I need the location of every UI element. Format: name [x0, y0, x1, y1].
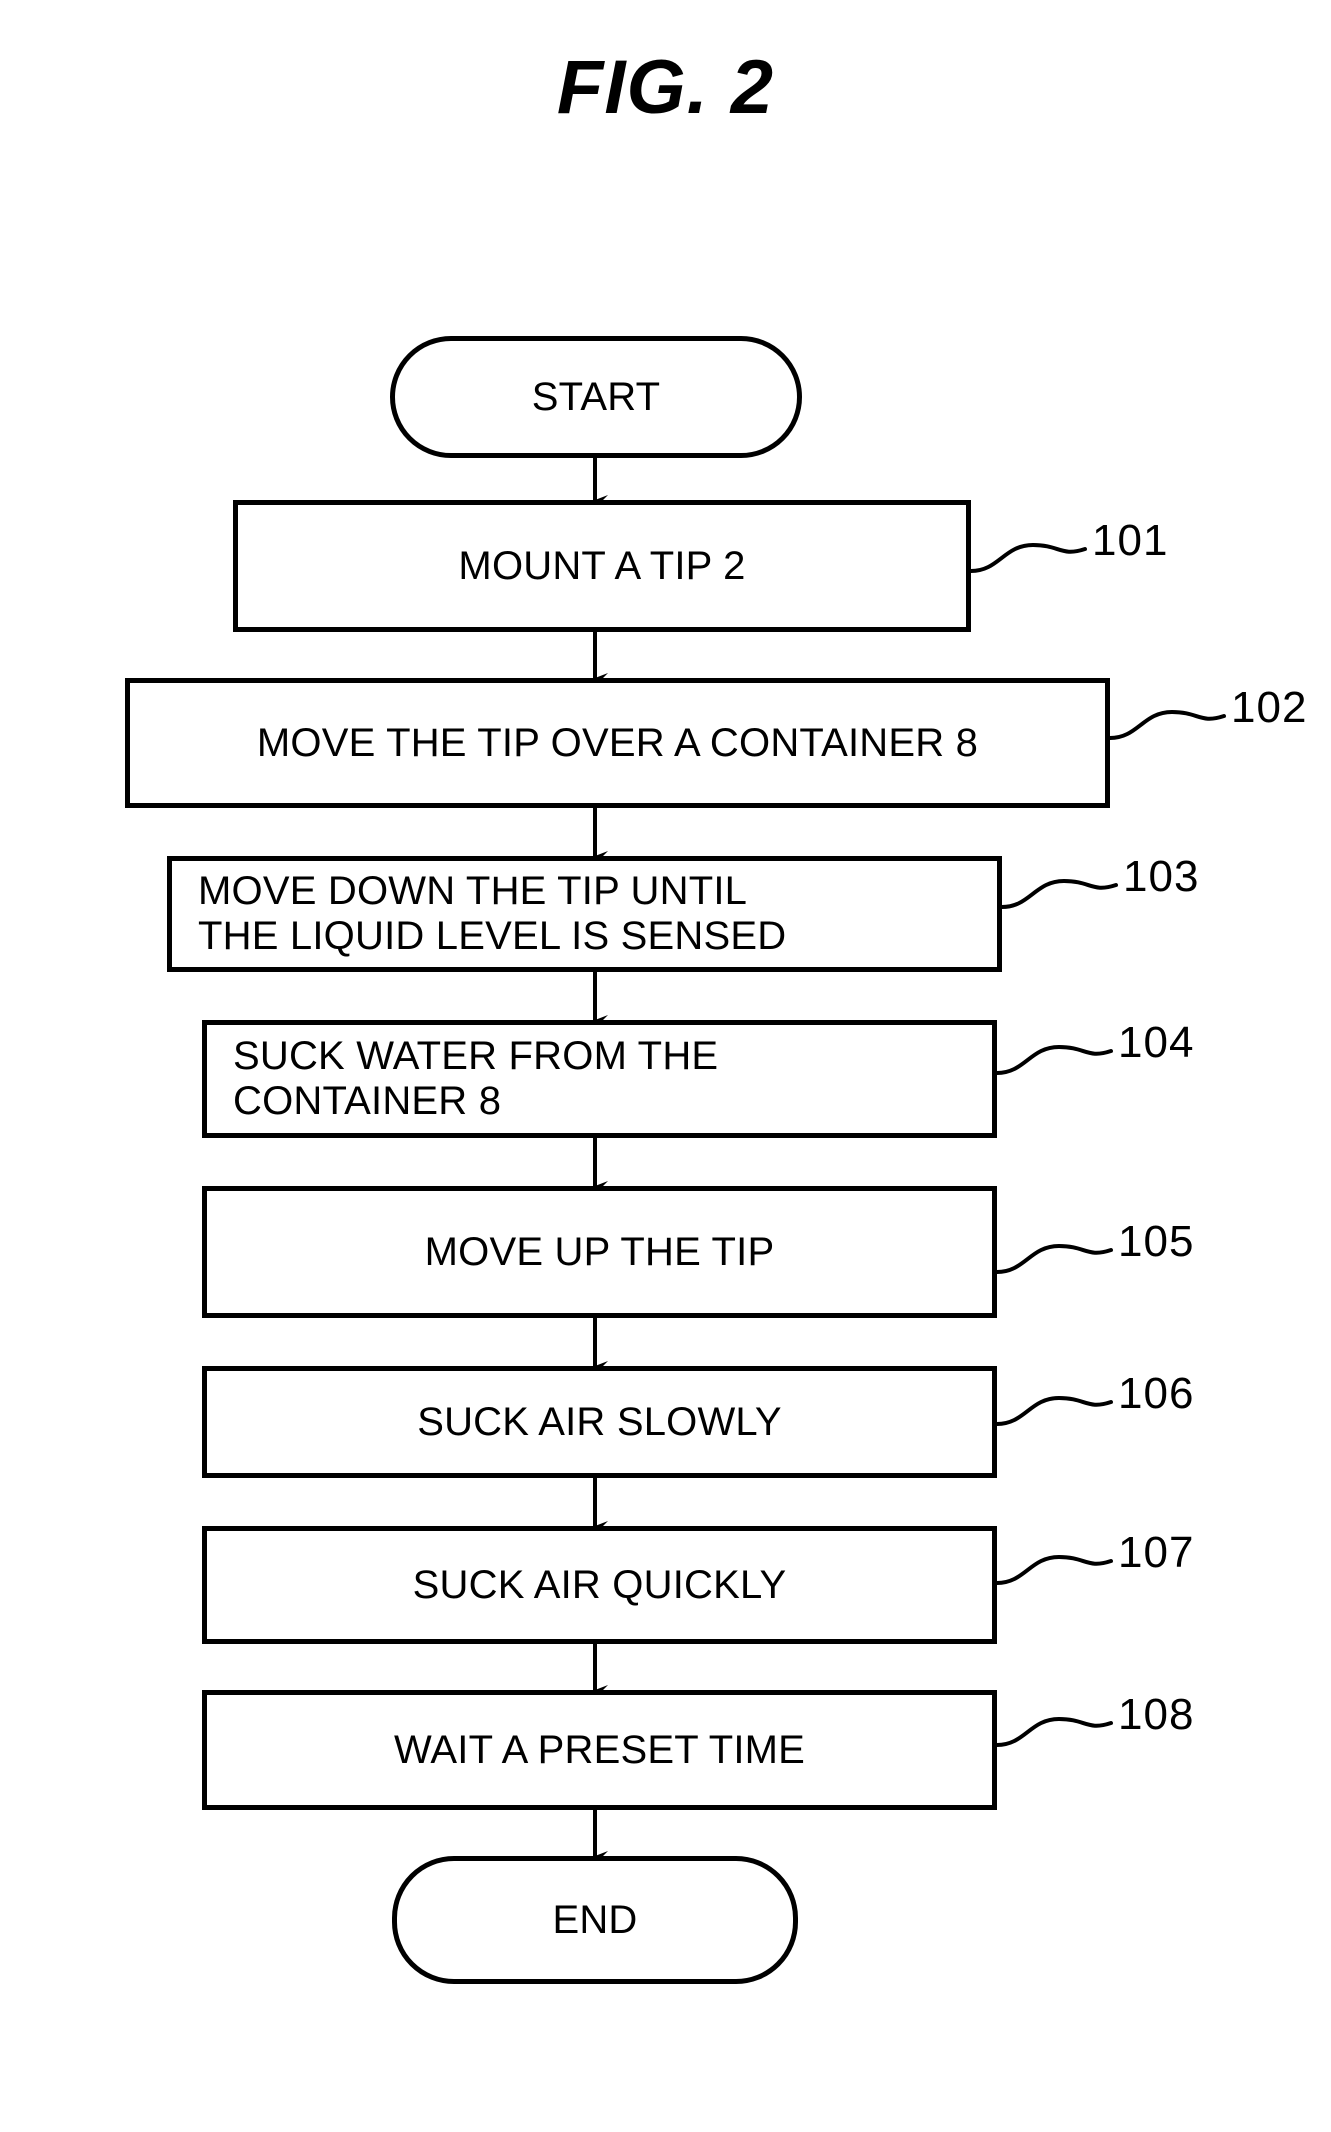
leader-line-101	[969, 542, 1087, 573]
node-start-label: START	[531, 374, 661, 419]
ref-number-108: 108	[1118, 1690, 1195, 1739]
node-step-103-label: MOVE DOWN THE TIP UNTIL THE LIQUID LEVEL…	[198, 869, 787, 958]
node-step-107-label: SUCK AIR QUICKLY	[412, 1562, 787, 1607]
leader-line-108	[995, 1716, 1113, 1747]
node-end-label: END	[552, 1897, 638, 1942]
ref-number-101: 101	[1092, 516, 1169, 565]
node-end[interactable]: END	[392, 1856, 798, 1984]
flowchart-diagram: START MOUNT A TIP 2 101 MOVE THE TIP OVE…	[0, 0, 1331, 2132]
node-step-101-label: MOUNT A TIP 2	[458, 543, 746, 588]
node-step-108[interactable]: WAIT A PRESET TIME	[202, 1690, 997, 1810]
node-start[interactable]: START	[390, 336, 802, 458]
node-step-104[interactable]: SUCK WATER FROM THE CONTAINER 8	[202, 1020, 997, 1138]
leader-line-106	[995, 1395, 1113, 1426]
node-step-102[interactable]: MOVE THE TIP OVER A CONTAINER 8	[125, 678, 1110, 808]
leader-line-104	[995, 1044, 1113, 1075]
node-step-107[interactable]: SUCK AIR QUICKLY	[202, 1526, 997, 1644]
leader-line-107	[995, 1554, 1113, 1585]
node-step-101[interactable]: MOUNT A TIP 2	[233, 500, 971, 632]
node-step-105[interactable]: MOVE UP THE TIP	[202, 1186, 997, 1318]
leader-line-105	[995, 1243, 1113, 1274]
node-step-105-label: MOVE UP THE TIP	[424, 1229, 775, 1274]
ref-number-107: 107	[1118, 1528, 1195, 1577]
ref-number-105: 105	[1118, 1217, 1195, 1266]
node-step-103[interactable]: MOVE DOWN THE TIP UNTIL THE LIQUID LEVEL…	[167, 856, 1002, 972]
node-step-106-label: SUCK AIR SLOWLY	[417, 1399, 782, 1444]
node-step-104-label: SUCK WATER FROM THE CONTAINER 8	[233, 1034, 719, 1123]
ref-number-102: 102	[1231, 683, 1308, 732]
ref-number-104: 104	[1118, 1018, 1195, 1067]
leader-line-102	[1108, 709, 1226, 740]
node-step-102-label: MOVE THE TIP OVER A CONTAINER 8	[256, 720, 979, 765]
ref-number-106: 106	[1118, 1369, 1195, 1418]
node-step-108-label: WAIT A PRESET TIME	[393, 1727, 806, 1772]
node-step-106[interactable]: SUCK AIR SLOWLY	[202, 1366, 997, 1478]
ref-number-103: 103	[1123, 852, 1200, 901]
leader-line-103	[1000, 878, 1118, 909]
